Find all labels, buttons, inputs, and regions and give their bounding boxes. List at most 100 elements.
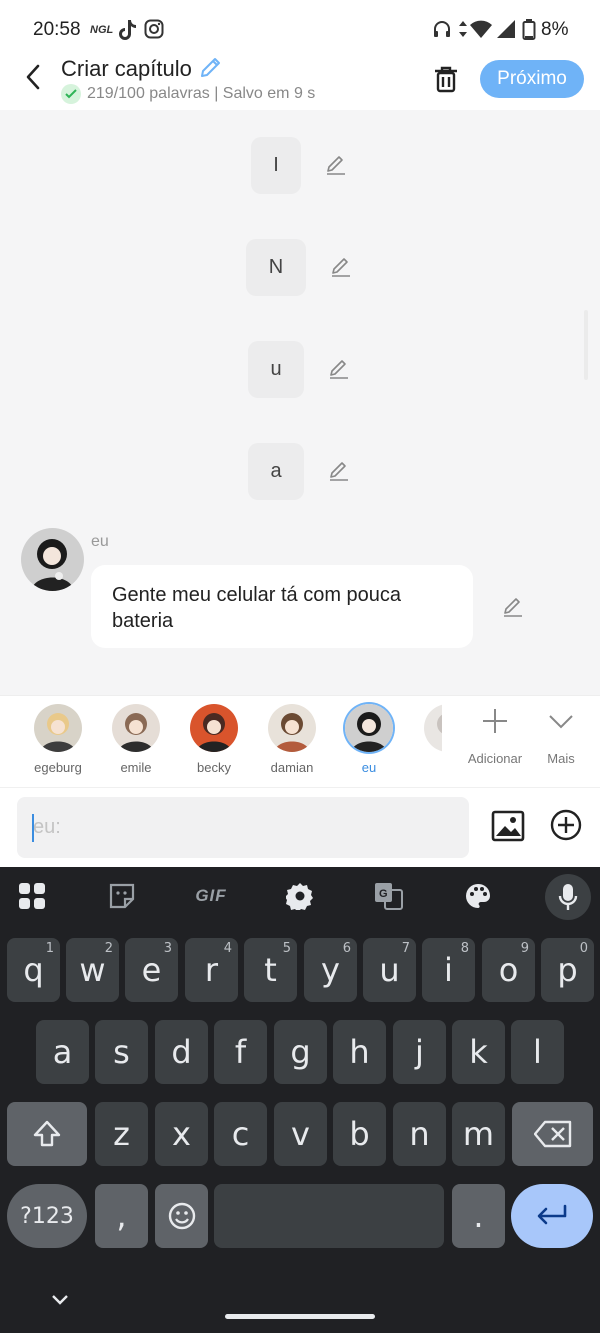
key-k[interactable]: k xyxy=(452,1020,505,1084)
message-input[interactable] xyxy=(17,797,469,858)
avatar xyxy=(345,704,393,752)
next-button[interactable]: Próximo xyxy=(480,60,584,98)
character-eu[interactable]: eu xyxy=(334,704,404,775)
story-line[interactable]: N xyxy=(246,239,306,296)
key-f[interactable]: f xyxy=(214,1020,267,1084)
key-o[interactable]: o9 xyxy=(482,938,535,1002)
character-name: becky xyxy=(197,760,231,775)
character-egeburg[interactable]: egeburg xyxy=(23,704,93,775)
status-time: 20:58 xyxy=(33,19,81,40)
microphone-button[interactable] xyxy=(545,874,591,920)
composer xyxy=(0,787,600,867)
translate-icon[interactable]: G xyxy=(366,877,412,915)
edit-title-button[interactable] xyxy=(199,55,223,84)
key-t[interactable]: t5 xyxy=(244,938,297,1002)
more-button[interactable]: Mais xyxy=(540,706,582,766)
key-a[interactable]: a xyxy=(36,1020,89,1084)
period-key[interactable]: . xyxy=(452,1184,505,1248)
sticker-icon[interactable] xyxy=(99,877,145,915)
apps-grid-icon[interactable] xyxy=(9,877,55,915)
message-bubble[interactable]: Gente meu celular tá com pouca bateria xyxy=(91,565,473,648)
key-z[interactable]: z xyxy=(95,1102,148,1166)
avatar[interactable] xyxy=(21,528,84,591)
ngl-notification-icon: NGL xyxy=(90,24,114,36)
character-becky[interactable]: becky xyxy=(179,704,249,775)
key-i[interactable]: i8 xyxy=(422,938,475,1002)
character-emile[interactable]: emile xyxy=(101,704,171,775)
chapter-editor: I N u a eu Gente meu celular tá com pouc… xyxy=(0,110,600,695)
key-n[interactable]: n xyxy=(393,1102,446,1166)
key-s[interactable]: s xyxy=(95,1020,148,1084)
pencil-icon xyxy=(201,58,220,77)
delete-button[interactable] xyxy=(430,63,462,95)
key-m[interactable]: m xyxy=(452,1102,505,1166)
back-button[interactable] xyxy=(18,62,48,92)
backspace-key[interactable] xyxy=(512,1102,593,1166)
add-content-button[interactable] xyxy=(549,808,583,847)
emoji-key[interactable] xyxy=(155,1184,208,1248)
character-name: damian xyxy=(270,760,314,775)
plus-icon xyxy=(483,709,507,733)
key-b[interactable]: b xyxy=(333,1102,386,1166)
edit-line-icon[interactable] xyxy=(325,154,347,181)
hide-keyboard-icon[interactable] xyxy=(50,1292,70,1311)
key-x[interactable]: x xyxy=(155,1102,208,1166)
shift-key[interactable] xyxy=(7,1102,87,1166)
story-line[interactable]: I xyxy=(251,137,301,194)
add-character-button[interactable]: Adicionar xyxy=(466,706,524,766)
key-l[interactable]: l xyxy=(511,1020,564,1084)
signal-icon xyxy=(496,19,516,44)
microphone-icon xyxy=(558,884,578,910)
page-title: Criar capítulo xyxy=(61,56,192,81)
shift-icon xyxy=(33,1120,61,1147)
avatar xyxy=(34,704,82,752)
chapter-status: 219/100 palavras | Salvo em 9 s xyxy=(61,84,315,104)
story-line[interactable]: a xyxy=(248,443,304,500)
character-partial[interactable] xyxy=(412,704,442,752)
scrollbar[interactable] xyxy=(584,310,588,380)
edit-line-icon[interactable] xyxy=(328,460,350,487)
message-author: eu xyxy=(91,533,109,550)
backspace-icon xyxy=(533,1120,571,1148)
enter-key[interactable] xyxy=(511,1184,593,1248)
tiktok-icon xyxy=(117,19,137,46)
key-u[interactable]: u7 xyxy=(363,938,416,1002)
spacebar[interactable] xyxy=(214,1184,444,1248)
character-damian[interactable]: damian xyxy=(257,704,327,775)
comma-key[interactable]: , xyxy=(95,1184,148,1248)
key-r[interactable]: r4 xyxy=(185,938,238,1002)
edit-message-icon[interactable] xyxy=(502,596,524,623)
home-indicator[interactable] xyxy=(225,1314,375,1319)
settings-gear-icon[interactable] xyxy=(277,877,323,915)
avatar xyxy=(424,704,442,752)
key-y[interactable]: y6 xyxy=(304,938,357,1002)
key-d[interactable]: d xyxy=(155,1020,208,1084)
key-p[interactable]: p0 xyxy=(541,938,594,1002)
key-g[interactable]: g xyxy=(274,1020,327,1084)
keyboard: GIF G q1 w2 e3 r4 t5 y6 u7 i8 o9 p0 a s … xyxy=(0,867,600,1333)
app-header: Criar capítulo 219/100 palavras | Salvo … xyxy=(0,50,600,110)
plus-circle-icon xyxy=(550,809,582,841)
palette-icon[interactable] xyxy=(455,877,501,915)
key-j[interactable]: j xyxy=(393,1020,446,1084)
character-name: emile xyxy=(120,760,152,775)
headphones-icon xyxy=(432,19,452,44)
key-q[interactable]: q1 xyxy=(7,938,60,1002)
story-line[interactable]: u xyxy=(248,341,304,398)
edit-line-icon[interactable] xyxy=(330,256,352,283)
back-arrow-icon xyxy=(26,64,40,90)
key-e[interactable]: e3 xyxy=(125,938,178,1002)
edit-line-icon[interactable] xyxy=(328,358,350,385)
word-count-status: 219/100 palavras | Salvo em 9 s xyxy=(87,85,316,102)
key-v[interactable]: v xyxy=(274,1102,327,1166)
key-h[interactable]: h xyxy=(333,1020,386,1084)
text-caret xyxy=(32,814,34,842)
key-w[interactable]: w2 xyxy=(66,938,119,1002)
gif-button[interactable]: GIF xyxy=(188,877,234,915)
battery-percent: 8% xyxy=(541,19,569,40)
data-arrows-icon xyxy=(458,19,468,44)
key-c[interactable]: c xyxy=(214,1102,267,1166)
symbols-key[interactable]: ?123 xyxy=(7,1184,87,1248)
check-icon xyxy=(61,84,81,104)
insert-image-button[interactable] xyxy=(490,808,526,849)
